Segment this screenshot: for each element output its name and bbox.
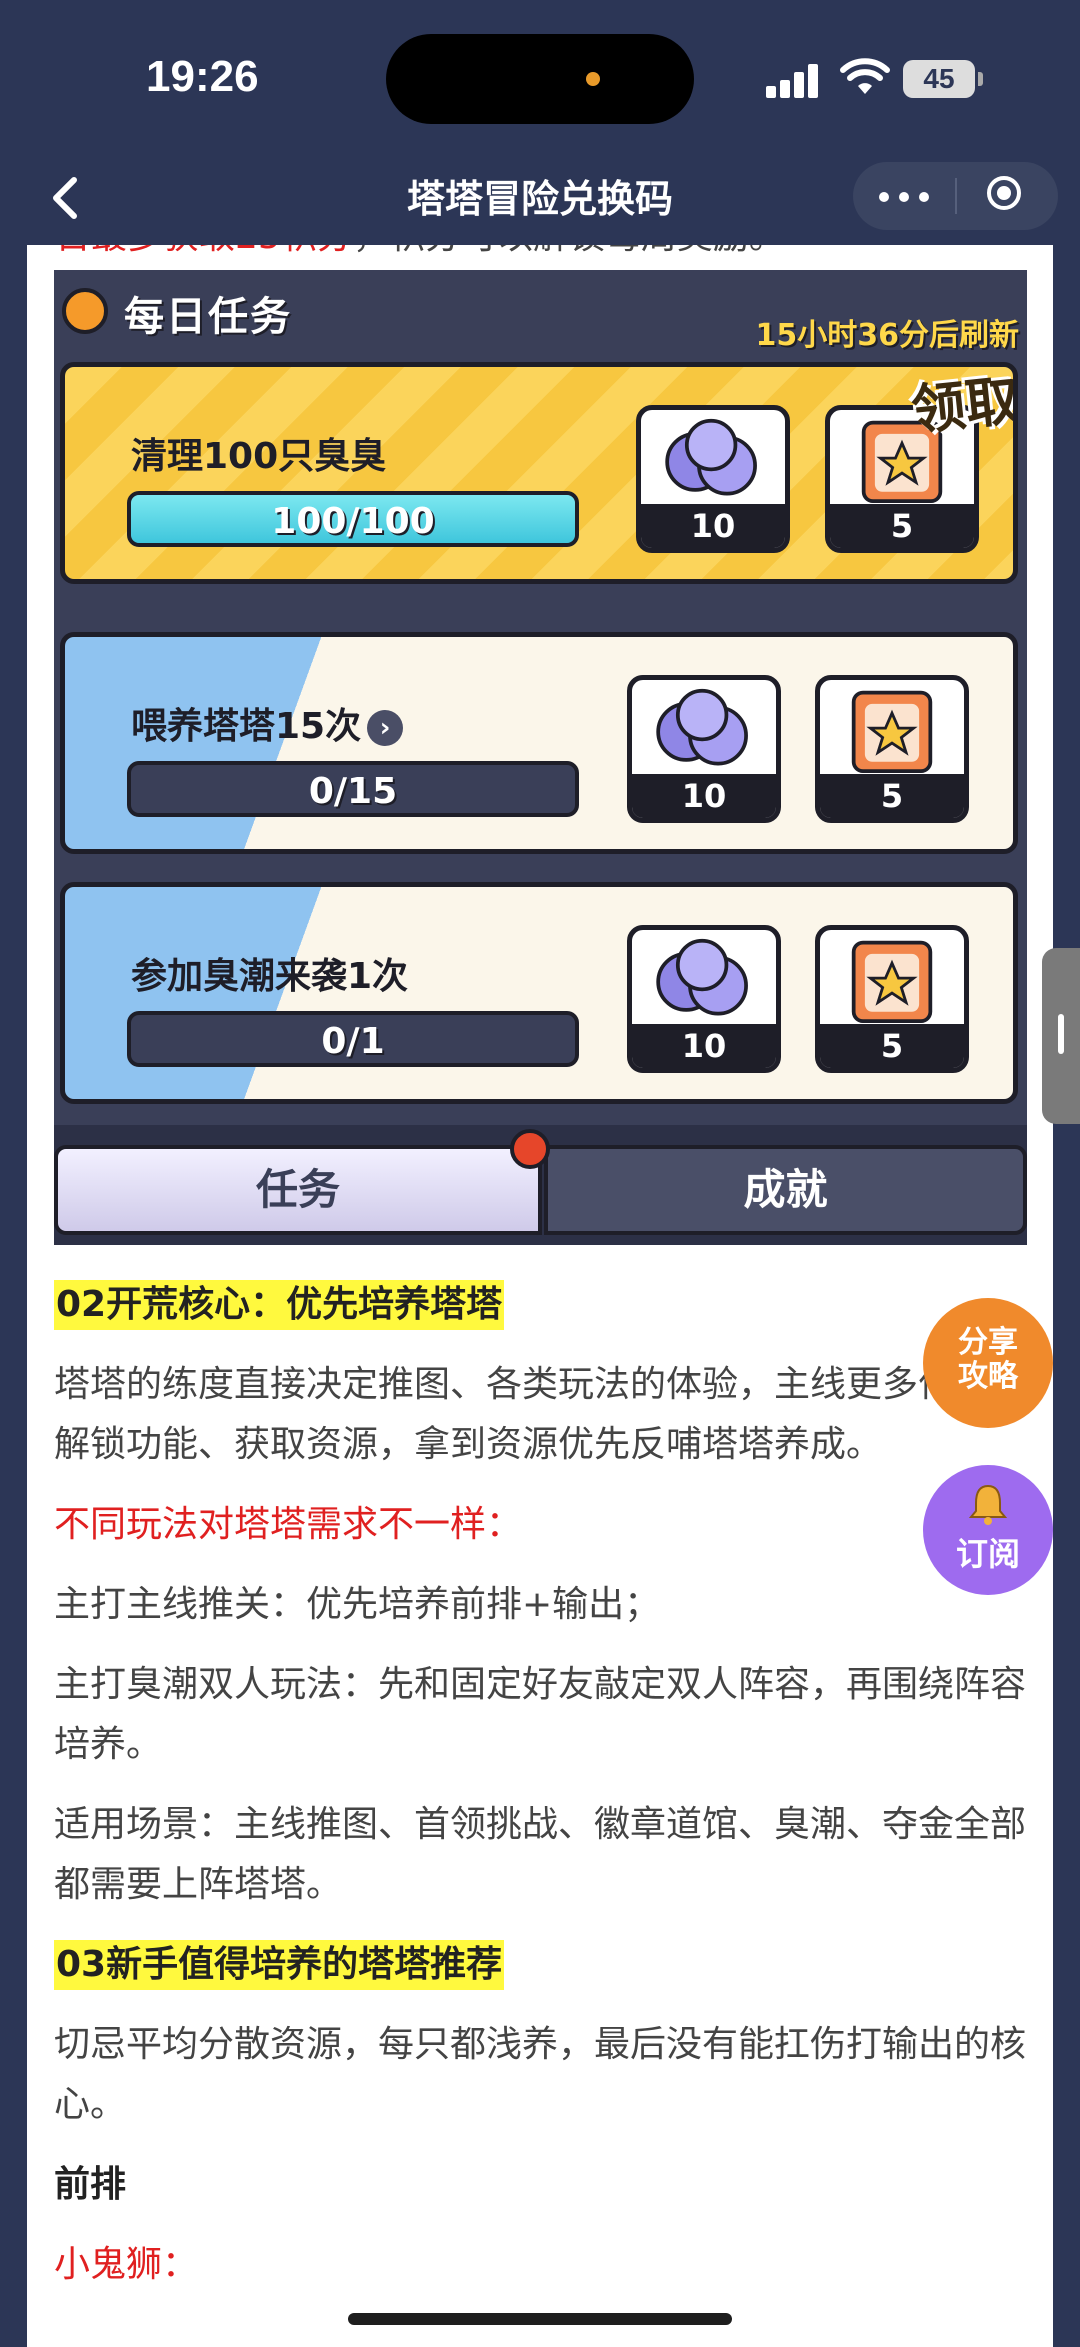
tab-achievement: 成就 xyxy=(544,1145,1027,1235)
task-progress-bar: 100/100 xyxy=(127,491,579,547)
tab-task: 任务 xyxy=(54,1145,542,1235)
task-progress-bar: 0/1 xyxy=(127,1011,579,1067)
more-options-button[interactable] xyxy=(853,162,955,230)
claim-badge[interactable]: 领取 xyxy=(907,367,1013,445)
reward-count: 5 xyxy=(820,774,964,818)
task-name-text: 喂养塔塔15次 xyxy=(131,706,362,747)
share-label-line1: 分享 xyxy=(958,1325,1018,1360)
navigation-bar: 塔塔冒险兑换码 xyxy=(0,150,1080,245)
home-indicator[interactable] xyxy=(348,2313,732,2325)
subheading-front: 前排 xyxy=(54,2164,127,2205)
status-time: 19:26 xyxy=(146,52,259,101)
reward-coins: 10 xyxy=(636,405,790,553)
star-card-icon xyxy=(851,940,933,1024)
subscribe-label: 订阅 xyxy=(955,1535,1020,1573)
paragraph: 适用场景：主线推图、首领挑战、徽章道馆、臭潮、夺金全部都需要上阵塔塔。 xyxy=(54,1804,1027,1905)
article-body: 02开荒核心：优先培养塔塔 塔塔的练度直接决定推图、各类玩法的体验，主线更多作用… xyxy=(54,1275,1029,2315)
daily-task-title: 每日任务 xyxy=(124,294,292,340)
reward-count: 10 xyxy=(632,1024,776,1068)
task-name: 清理100只臭臭 xyxy=(131,436,387,477)
refresh-timer: 15小时36分后刷新 xyxy=(755,318,1020,353)
reward-count: 10 xyxy=(641,504,785,548)
dynamic-island xyxy=(386,34,694,124)
wifi-icon xyxy=(840,58,890,94)
status-bar: 19:26 45 xyxy=(0,0,1080,150)
task-name: 喂养塔塔15次 › xyxy=(131,697,404,749)
paragraph: 主打主线推关：优先培养前排+输出； xyxy=(54,1584,661,1625)
task-progress-bar: 0/15 xyxy=(127,761,579,817)
bell-icon xyxy=(968,1484,1008,1525)
paragraph: 塔塔的练度直接决定推图、各类玩法的体验，主线更多作用是解锁功能、获取资源，拿到资… xyxy=(54,1364,1027,1465)
reward-count: 5 xyxy=(830,504,974,548)
coin-icon xyxy=(656,938,748,1016)
section-heading-03: 03新手值得培养的塔塔推荐 xyxy=(54,1940,505,1990)
mini-program-capsule xyxy=(853,162,1058,230)
coin-icon xyxy=(665,418,757,496)
clock-icon xyxy=(62,288,108,334)
reward-coins: 10 xyxy=(627,925,781,1073)
partial-text-rest: ，积分可以解锁每周奖励。 xyxy=(353,245,785,257)
task-card: 参加臭潮来袭1次 0/1 10 5 xyxy=(60,882,1018,1104)
notification-dot xyxy=(510,1129,550,1169)
paragraph: 切忌平均分散资源，每只都浅养，最后没有能扛伤打输出的核心。 xyxy=(54,2024,1027,2125)
game-screenshot-image: 每日任务 15小时36分后刷新 清理100只臭臭 100/100 10 5 领取… xyxy=(54,270,1027,1245)
close-miniprogram-button[interactable] xyxy=(957,162,1057,230)
battery-icon: 45 xyxy=(903,60,975,98)
partial-text-line: 日最多获取25积分，积分可以解锁每周奖励。 xyxy=(55,245,785,259)
progress-text: 0/15 xyxy=(308,771,398,812)
coin-icon xyxy=(656,688,748,766)
reward-card: 5 xyxy=(815,675,969,823)
red-subheading-partial: 小鬼狮： xyxy=(54,2244,199,2285)
privacy-indicator-dot xyxy=(586,72,600,86)
cellular-signal-icon xyxy=(766,62,822,98)
reward-count: 10 xyxy=(632,774,776,818)
reward-count: 5 xyxy=(820,1024,964,1068)
reward-coins: 10 xyxy=(627,675,781,823)
task-card: 清理100只臭臭 100/100 10 5 领取 xyxy=(60,362,1018,584)
partial-text-red: 日最多获取25积分 xyxy=(55,245,353,257)
reward-card: 5 xyxy=(815,925,969,1073)
subscribe-button[interactable]: 订阅 xyxy=(923,1465,1053,1595)
task-name: 参加臭潮来袭1次 xyxy=(131,956,409,997)
star-card-icon xyxy=(851,690,933,774)
game-tab-bar: 任务 成就 xyxy=(54,1125,1027,1245)
progress-text: 0/1 xyxy=(321,1021,385,1062)
article-page: 日最多获取25积分，积分可以解锁每周奖励。 每日任务 15小时36分后刷新 清理… xyxy=(27,245,1053,2347)
section-heading-02: 02开荒核心：优先培养塔塔 xyxy=(54,1280,505,1330)
chevron-right-icon[interactable]: › xyxy=(367,710,404,746)
paragraph: 主打臭潮双人玩法：先和固定好友敲定双人阵容，再围绕阵容培养。 xyxy=(54,1664,1027,1765)
side-drawer-handle[interactable] xyxy=(1042,948,1080,1124)
red-subheading: 不同玩法对塔塔需求不一样： xyxy=(54,1504,523,1545)
progress-text: 100/100 xyxy=(271,501,435,542)
daily-task-header: 每日任务 15小时36分后刷新 xyxy=(54,270,1027,353)
target-icon-center xyxy=(997,186,1011,200)
share-guide-button[interactable]: 分享 攻略 xyxy=(923,1298,1053,1428)
share-label-line2: 攻略 xyxy=(958,1359,1018,1394)
task-card: 喂养塔塔15次 › 0/15 10 5 xyxy=(60,632,1018,854)
battery-cap xyxy=(978,72,983,86)
